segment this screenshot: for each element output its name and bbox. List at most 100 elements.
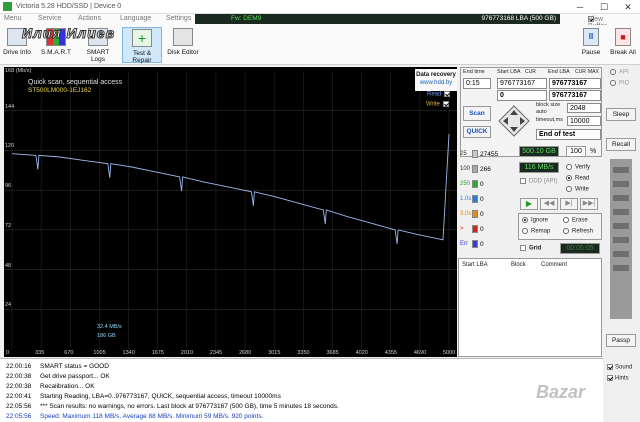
quick-mode-button[interactable]: QUICK bbox=[463, 126, 491, 138]
passp-button[interactable]: Passp bbox=[606, 334, 636, 347]
block-size-label: block size bbox=[536, 102, 561, 108]
sound-checkbox[interactable] bbox=[607, 364, 613, 370]
event-log: 22:00:16 SMART status = GOOD 22:00:38 Get d… bbox=[0, 358, 603, 422]
read-radio[interactable] bbox=[566, 175, 572, 181]
ddd-api-checkbox[interactable] bbox=[520, 178, 526, 184]
write-option[interactable]: Write bbox=[566, 186, 589, 193]
menu-item-settings[interactable]: Settings bbox=[166, 15, 191, 22]
elapsed-timer: 00:05:05 bbox=[560, 243, 600, 254]
sound-option[interactable]: Sound bbox=[607, 364, 632, 371]
minimize-button[interactable]: ─ bbox=[572, 1, 588, 13]
write-legend[interactable]: Write bbox=[426, 101, 449, 108]
end-of-test-select[interactable]: End of test bbox=[536, 129, 601, 140]
stop-icon: ■ bbox=[615, 28, 631, 46]
end-lba-input[interactable]: 976773167 bbox=[549, 78, 601, 89]
read-option[interactable]: Read bbox=[566, 175, 589, 182]
sleep-button[interactable]: Sleep bbox=[606, 108, 636, 121]
x-tick-label: 4020 bbox=[355, 350, 368, 356]
read-label: Read bbox=[575, 175, 590, 182]
log-time: 22:00:38 bbox=[6, 373, 32, 380]
log-text: *** Scan results: no warnings, no errors… bbox=[40, 403, 339, 410]
ddd-api-label: DDD (API) bbox=[529, 178, 558, 185]
pio-radio[interactable] bbox=[610, 80, 616, 86]
read-legend-checkbox[interactable] bbox=[444, 91, 451, 97]
end-max-label: MAX bbox=[588, 69, 599, 75]
test-repair-button[interactable]: + Test & Repair bbox=[122, 27, 162, 64]
data-recovery-badge[interactable]: Data recovery www.hdd.by bbox=[415, 69, 457, 91]
start-lba-label: Start LBA bbox=[497, 69, 521, 75]
scan-button[interactable]: Scan bbox=[463, 106, 491, 121]
end-time-input[interactable]: 0:15 bbox=[463, 78, 491, 89]
hints-option[interactable]: Hints bbox=[607, 375, 629, 382]
block-color-swatch bbox=[472, 150, 478, 158]
col-block: Block bbox=[511, 262, 526, 268]
erase-option[interactable]: Erase bbox=[563, 217, 588, 224]
block-count: 0 bbox=[480, 241, 484, 248]
pause-label: Pause bbox=[581, 49, 601, 56]
skip-icon[interactable]: ▶| bbox=[560, 198, 578, 210]
log-entry: 22:00:38 Get drive passport... OK bbox=[6, 373, 110, 380]
navigation-pad[interactable] bbox=[497, 104, 531, 138]
start-lba-input[interactable]: 976773167 bbox=[497, 78, 547, 89]
ignore-radio[interactable] bbox=[522, 217, 528, 223]
menu-item-language[interactable]: Language bbox=[120, 15, 151, 22]
maximize-button[interactable]: ☐ bbox=[596, 1, 612, 13]
grid-option[interactable]: Grid bbox=[520, 245, 541, 252]
watermark-text: Илия Илиев bbox=[21, 25, 116, 42]
verify-option[interactable]: Verify bbox=[566, 164, 590, 171]
start-cur-label: CUR bbox=[525, 69, 536, 75]
app-logo-icon bbox=[3, 2, 12, 11]
ddd-api-option[interactable]: DDD (API) bbox=[520, 178, 557, 185]
grid-checkbox[interactable] bbox=[520, 245, 526, 251]
percent-symbol: % bbox=[590, 148, 597, 155]
close-button[interactable]: ✕ bbox=[620, 1, 636, 13]
read-legend[interactable]: Read bbox=[427, 91, 451, 98]
recall-button[interactable]: Recall bbox=[606, 138, 636, 151]
pause-button[interactable]: II Pause bbox=[580, 27, 602, 63]
x-tick-label: 670 bbox=[64, 350, 74, 356]
refresh-radio[interactable] bbox=[563, 228, 569, 234]
ignore-option[interactable]: Ignore bbox=[522, 217, 548, 224]
write-legend-checkbox[interactable] bbox=[442, 101, 449, 107]
x-tick-label: 335 bbox=[35, 350, 45, 356]
plus-icon: + bbox=[132, 29, 152, 47]
hints-label: Hints bbox=[615, 375, 629, 382]
block-time-label: 250 bbox=[460, 181, 471, 187]
sound-label: Sound bbox=[615, 364, 633, 371]
firmware-display: Fw: DEM9 bbox=[195, 14, 363, 24]
log-time: 22:05:56 bbox=[6, 403, 32, 410]
navigation-pad-icon[interactable] bbox=[497, 104, 531, 138]
x-tick-label: 3015 bbox=[268, 350, 281, 356]
pio-option[interactable]: PIO bbox=[610, 80, 629, 87]
remap-radio[interactable] bbox=[522, 228, 528, 234]
menu-item-menu[interactable]: Menu bbox=[4, 15, 22, 22]
play-icon[interactable]: ▶ bbox=[520, 198, 538, 210]
end-lba-current: 976773167 bbox=[549, 90, 601, 101]
refresh-option[interactable]: Refresh bbox=[563, 228, 593, 235]
hints-checkbox[interactable] bbox=[607, 375, 613, 381]
erase-radio[interactable] bbox=[563, 217, 569, 223]
break-all-label: Break All bbox=[610, 49, 636, 56]
smart-label: S.M.A.R.T bbox=[41, 49, 71, 56]
menu-item-service[interactable]: Service bbox=[38, 15, 61, 22]
rewind-icon[interactable]: ◀◀ bbox=[540, 198, 558, 210]
api-option[interactable]: API bbox=[610, 69, 629, 76]
data-recovery-title: Data recovery bbox=[416, 72, 456, 78]
scan-settings-panel: End time Start LBA CUR End LBA CUR MAX 0… bbox=[460, 67, 602, 157]
break-all-button[interactable]: ■ Break All bbox=[608, 27, 638, 63]
log-entry: 22:00:16 SMART status = GOOD bbox=[6, 363, 109, 370]
write-label: Write bbox=[575, 186, 589, 193]
x-tick-label: 4355 bbox=[384, 350, 397, 356]
y-tick-label: 144 bbox=[5, 103, 15, 110]
menu-item-actions[interactable]: Actions bbox=[78, 15, 101, 22]
disk-editor-button[interactable]: Disk Editor bbox=[166, 27, 200, 63]
end-icon[interactable]: ▶▶| bbox=[580, 198, 598, 210]
write-radio[interactable] bbox=[566, 186, 572, 192]
remap-option[interactable]: Remap bbox=[522, 228, 550, 235]
x-tick-label: 4690 bbox=[413, 350, 427, 356]
verify-radio[interactable] bbox=[566, 164, 572, 170]
api-radio[interactable] bbox=[610, 69, 616, 75]
block-size-select[interactable]: 2048 bbox=[567, 103, 601, 113]
block-color-swatch bbox=[472, 195, 478, 203]
timeout-select[interactable]: 10000 bbox=[567, 116, 601, 126]
